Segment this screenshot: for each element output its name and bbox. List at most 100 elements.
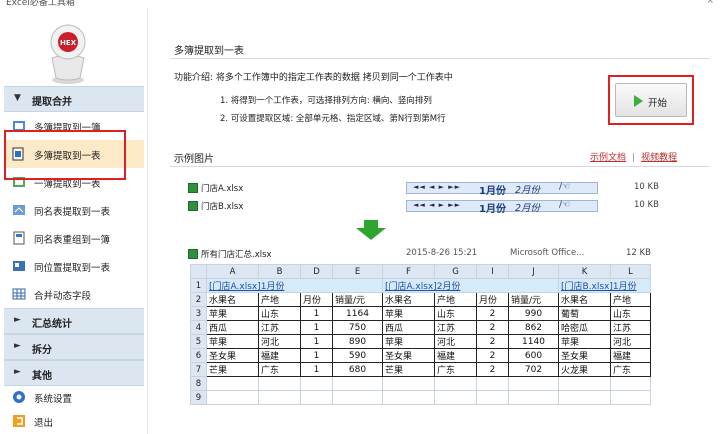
sidebar-item-exit[interactable]: 退出 (4, 410, 144, 432)
row-number: 8 (190, 376, 207, 391)
spreadsheet-preview: A B D E F G I J K L 1 [门店A.xlsx]1月份 [门店A.xlsx]2月份 [门店… (190, 264, 651, 405)
table-cell: 600 (508, 348, 559, 363)
close-icon[interactable]: × (706, 0, 714, 6)
empty-cell (382, 390, 435, 405)
window-titlebar: Excel必备工具箱 × (0, 0, 720, 8)
sidebar-item-label: 同位置提取到一表 (34, 263, 111, 274)
start-button-label: 开始 (648, 98, 668, 109)
table-cell: 2 (476, 320, 509, 335)
table-cell: 西瓜 (382, 320, 435, 335)
sidebar-item-merge-dynamic[interactable]: 合并动态字段 (4, 280, 144, 308)
file-row: 门店A.xlsx (188, 182, 243, 196)
table-cell: 江苏 (258, 320, 301, 335)
table-cell: 680 (332, 362, 383, 377)
example-image: 门店A.xlsx ◄◄ ◄ ► ►► 1月份 2月份 /☜ 10 KB 门店B.… (178, 172, 690, 434)
table-row: 4 西瓜 江苏 1 750 西瓜 江苏 2 862 哈密瓜 江苏 (190, 320, 651, 335)
table-cell: 1 (300, 306, 333, 321)
sidebar-item-same-position[interactable]: 同位置提取到一表 (4, 252, 144, 280)
group-title-cell: [门店A.xlsx]2月份 (382, 278, 559, 293)
table-row: 3 苹果 山东 1 1164 苹果 山东 2 990 葡萄 山东 (190, 306, 651, 321)
file-size: 12 KB (626, 248, 651, 258)
video-tutorial-link[interactable]: 视频教程 (641, 153, 677, 163)
table-cell: 2 (476, 362, 509, 377)
table-cell: 火龙果 (558, 362, 611, 377)
empty-cell (610, 376, 651, 391)
empty-cell (332, 376, 383, 391)
table-row: 8 (190, 376, 651, 391)
table-cell: 1 (300, 348, 333, 363)
table-cell: 江苏 (610, 320, 651, 335)
section-arrow: ► (14, 315, 21, 325)
table-cell: 圣女果 (206, 348, 259, 363)
svg-text:HEX: HEX (60, 39, 77, 47)
section-summary[interactable]: ► 汇总统计 (4, 308, 144, 334)
column-header: A (206, 264, 259, 279)
sidebar-item-same-name-extract[interactable]: 同名表提取到一表 (4, 196, 144, 224)
empty-cell (476, 376, 509, 391)
table-cell: 山东 (434, 306, 477, 321)
section-extract-merge[interactable]: ▼ 提取合并 (4, 86, 144, 112)
table-row: 6 圣女果 福建 1 590 圣女果 福建 2 600 圣女果 福建 (190, 348, 651, 363)
table-cell: 1 (300, 320, 333, 335)
table-row: 9 (190, 390, 651, 405)
section-other[interactable]: ► 其他 (4, 360, 144, 386)
section-arrow: ▼ (14, 93, 21, 103)
selection-highlight-box (4, 130, 126, 180)
sidebar-item-label: 系统设置 (34, 394, 73, 405)
table-cell: 福建 (258, 348, 301, 363)
same-name-icon (13, 205, 25, 215)
column-header: G (434, 264, 477, 279)
example-title: 示例图片 (174, 154, 214, 165)
table-cell: 862 (508, 320, 559, 335)
sidebar-item-same-name-regroup[interactable]: 同名表重组到一簿 (4, 224, 144, 252)
table-cell: 1 (300, 362, 333, 377)
settings-icon (13, 391, 25, 403)
table-cell: 2 (476, 334, 509, 349)
column-header: L (610, 264, 651, 279)
file-row: 门店B.xlsx (188, 200, 243, 214)
link-separator: | (632, 153, 636, 163)
header-cell: 销量/元 (332, 292, 383, 307)
position-icon (13, 261, 25, 271)
table-row: 1 [门店A.xlsx]1月份 [门店A.xlsx]2月份 [门店B.xlsx]1月份 (190, 278, 651, 293)
table-cell: 芒果 (206, 362, 259, 377)
table-cell: 1 (300, 334, 333, 349)
section-split[interactable]: ► 拆分 (4, 334, 144, 360)
tab-nav-arrows-icon: ◄◄ ◄ ► ►► (413, 201, 461, 209)
table-cell: 890 (332, 334, 383, 349)
group-title-cell: [门店B.xlsx]1月份 (558, 278, 651, 293)
table-cell: 苹果 (382, 334, 435, 349)
sheet-tabbar: ◄◄ ◄ ► ►► 1月份 2月份 /☜ (406, 200, 598, 215)
sidebar-item-label: 同名表重组到一簿 (34, 235, 111, 246)
table-cell: 哈密瓜 (558, 320, 611, 335)
sheet-tab-active: 1月份 (479, 204, 506, 215)
section-arrow: ► (14, 367, 21, 377)
example-doc-link[interactable]: 示例文档 (590, 153, 626, 163)
header-cell: 月份 (300, 292, 333, 307)
header-cell: 水果名 (206, 292, 259, 307)
column-header-row: ABDEFGIJKL (190, 264, 651, 279)
header-cell: 水果名 (558, 292, 611, 307)
file-row: 所有门店汇总.xlsx (188, 248, 272, 260)
down-arrow-icon (356, 220, 386, 240)
table-cell: 590 (332, 348, 383, 363)
table-grid-icon (12, 288, 26, 300)
column-header: I (476, 264, 509, 279)
file-name: 门店A.xlsx (201, 184, 244, 194)
window-title: Excel必备工具箱 (6, 0, 75, 8)
row-number: 5 (190, 334, 207, 349)
table-cell: 2 (476, 348, 509, 363)
table-cell: 河北 (258, 334, 301, 349)
table-cell: 702 (508, 362, 559, 377)
start-button[interactable]: 开始 (615, 83, 687, 117)
column-header: E (332, 264, 383, 279)
sidebar-item-settings[interactable]: 系统设置 (4, 386, 144, 408)
play-icon (634, 95, 643, 107)
column-header: B (258, 264, 301, 279)
sidebar: HEX ▼ 提取合并 多簿提取到一簿 多簿提取到一表 一簿提取到一表 同名表提取… (0, 8, 148, 434)
divider (170, 166, 710, 167)
empty-cell (558, 376, 611, 391)
table-cell: 广东 (258, 362, 301, 377)
file-name: 门店B.xlsx (201, 202, 244, 212)
table-cell: 广东 (610, 362, 651, 377)
